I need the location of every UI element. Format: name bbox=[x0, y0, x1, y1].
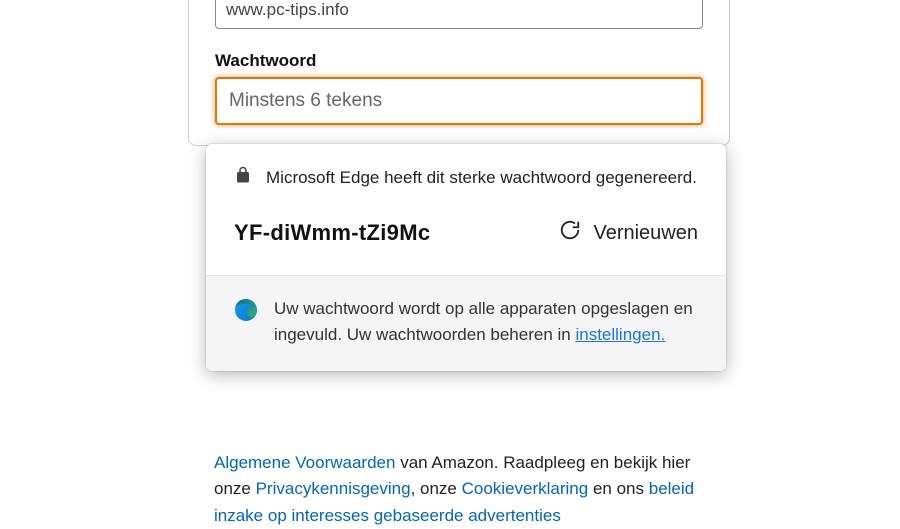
popup-top-section: Microsoft Edge heeft dit sterke wachtwoo… bbox=[206, 144, 726, 275]
password-label: Wachtwoord bbox=[215, 51, 703, 71]
lock-icon bbox=[234, 166, 252, 189]
password-input[interactable] bbox=[215, 77, 703, 125]
privacy-link[interactable]: Privacykennisgeving bbox=[256, 479, 411, 498]
popup-header-text: Microsoft Edge heeft dit sterke wachtwoo… bbox=[266, 168, 697, 188]
terms-link[interactable]: Algemene Voorwaarden bbox=[214, 453, 395, 472]
edge-icon bbox=[234, 296, 258, 349]
generated-password[interactable]: YF-diWmm-tZi9Mc bbox=[234, 220, 430, 246]
legal-text-3: en ons bbox=[588, 479, 649, 498]
signup-form: Wachtwoord bbox=[188, 0, 730, 146]
popup-bottom-section: Uw wachtwoord wordt op alle apparaten op… bbox=[206, 275, 726, 371]
refresh-button[interactable]: Vernieuwen bbox=[559, 219, 698, 247]
refresh-icon bbox=[559, 219, 581, 247]
url-input[interactable] bbox=[215, 0, 703, 29]
popup-header: Microsoft Edge heeft dit sterke wachtwoo… bbox=[234, 166, 698, 189]
legal-text: Algemene Voorwaarden van Amazon. Raadple… bbox=[214, 450, 714, 529]
refresh-label: Vernieuwen bbox=[593, 222, 698, 245]
popup-password-row: YF-diWmm-tZi9Mc Vernieuwen bbox=[234, 219, 698, 247]
popup-sync-text: Uw wachtwoord wordt op alle apparaten op… bbox=[274, 296, 698, 349]
cookie-link[interactable]: Cookieverklaring bbox=[462, 479, 589, 498]
legal-text-2: , onze bbox=[411, 479, 462, 498]
password-suggestion-popup: Microsoft Edge heeft dit sterke wachtwoo… bbox=[206, 144, 726, 371]
settings-link[interactable]: instellingen. bbox=[575, 325, 665, 344]
